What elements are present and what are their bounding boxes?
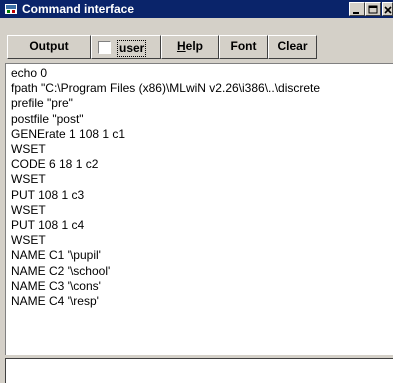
command-input[interactable]	[5, 358, 393, 383]
output-line: NAME C3 '\cons'	[11, 278, 101, 293]
window-title: Command interface	[22, 2, 135, 16]
output-lines: echo 0 fpath "C:\Program Files (x86)\MLw…	[11, 66, 320, 309]
maximize-icon	[368, 5, 378, 14]
user-checkbox[interactable]	[98, 41, 111, 54]
font-button[interactable]: Font	[219, 35, 268, 59]
close-icon	[384, 6, 392, 14]
output-line: PUT 108 1 c4	[11, 218, 85, 233]
output-line: NAME C4 '\resp'	[11, 294, 99, 309]
output-line: NAME C2 '\school'	[11, 263, 111, 278]
output-button[interactable]: Output	[7, 35, 91, 59]
minimize-icon	[353, 12, 359, 14]
output-line: CODE 6 18 1 c2	[11, 157, 99, 172]
output-line: PUT 108 1 c3	[11, 187, 85, 202]
maximize-button[interactable]	[365, 2, 381, 16]
output-line: fpath "C:\Program Files (x86)\MLwiN v2.2…	[11, 81, 321, 96]
minimize-button[interactable]	[349, 2, 365, 16]
clear-button[interactable]: Clear	[268, 35, 317, 59]
command-interface-window: Command interface Output Help Font Clear…	[0, 0, 393, 383]
output-line: echo 0	[11, 66, 48, 80]
output-line: NAME C1 '\pupil'	[11, 248, 101, 263]
output-pane[interactable]: echo 0 fpath "C:\Program Files (x86)\MLw…	[5, 63, 393, 355]
help-accelerator: H	[176, 39, 186, 53]
close-button[interactable]	[382, 2, 393, 16]
toolbar: Output Help Font Clear	[0, 18, 393, 62]
user-checkbox-label[interactable]: user	[117, 40, 147, 57]
output-line: GENErate 1 108 1 c1	[11, 126, 126, 141]
title-bar[interactable]: Command interface	[0, 0, 393, 18]
help-button[interactable]: Help	[161, 35, 219, 59]
output-line: WSET	[11, 172, 46, 187]
output-line: WSET	[11, 233, 46, 248]
help-label: elp	[185, 39, 203, 53]
output-line: WSET	[11, 202, 46, 217]
output-line: WSET	[11, 142, 46, 157]
output-line: postfile "post"	[11, 111, 84, 126]
output-line: prefile "pre"	[11, 96, 73, 111]
app-icon	[5, 4, 17, 14]
